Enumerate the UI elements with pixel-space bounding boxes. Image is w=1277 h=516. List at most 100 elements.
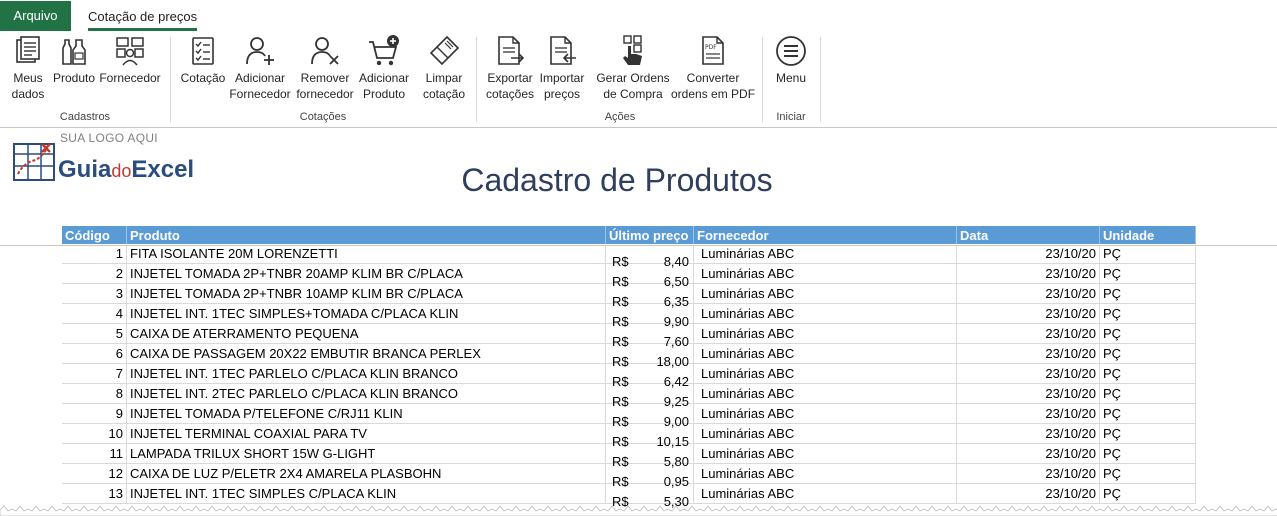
- cell-produto[interactable]: INJETEL TERMINAL COAXIAL PARA TV: [126, 423, 606, 444]
- cell-ultimo-preco[interactable]: R$ 0,95: [605, 463, 694, 489]
- cell-produto[interactable]: FITA ISOLANTE 20M LORENZETTI: [126, 244, 606, 264]
- cell-produto[interactable]: INJETEL INT. 2TEC PARLELO C/PLACA KLIN B…: [126, 383, 606, 404]
- cell-data[interactable]: 23/10/20: [956, 323, 1100, 344]
- cell-ultimo-preco[interactable]: R$ 9,00: [605, 403, 694, 429]
- remover-fornecedor-button[interactable]: Remover fornecedor: [294, 34, 356, 106]
- cell-produto[interactable]: INJETEL TOMADA P/TELEFONE C/RJ11 KLIN: [126, 403, 606, 424]
- cell-unidade[interactable]: PÇ: [1099, 263, 1196, 284]
- converter-pdf-button[interactable]: PDF Converter ordens em PDF: [671, 34, 755, 106]
- cell-unidade[interactable]: PÇ: [1099, 343, 1196, 364]
- cell-ultimo-preco[interactable]: R$ 18,00: [605, 343, 694, 369]
- cell-fornecedor[interactable]: Luminárias ABC: [693, 244, 957, 264]
- table-row[interactable]: 10 INJETEL TERMINAL COAXIAL PARA TV R$ 10,1…: [62, 423, 1196, 449]
- col-header-produto[interactable]: Produto: [126, 226, 606, 244]
- cell-produto[interactable]: INJETEL INT. 1TEC SIMPLES+TOMADA C/PLACA…: [126, 303, 606, 324]
- fornecedor-button[interactable]: Fornecedor: [99, 34, 161, 106]
- cell-unidade[interactable]: PÇ: [1099, 283, 1196, 304]
- cell-codigo[interactable]: 5: [62, 323, 127, 344]
- col-header-data[interactable]: Data: [956, 226, 1100, 244]
- cell-produto[interactable]: CAIXA DE LUZ P/ELETR 2X4 AMARELA PLASBOH…: [126, 463, 606, 484]
- cell-codigo[interactable]: 8: [62, 383, 127, 404]
- exportar-cotacoes-button[interactable]: Exportar cotações: [485, 34, 535, 106]
- cell-fornecedor[interactable]: Luminárias ABC: [693, 443, 957, 464]
- cell-codigo[interactable]: 2: [62, 263, 127, 284]
- cell-produto[interactable]: INJETEL TOMADA 2P+TNBR 10AMP KLIM BR C/P…: [126, 283, 606, 304]
- adicionar-produto-button[interactable]: Adicionar Produto: [357, 34, 411, 106]
- cell-fornecedor[interactable]: Luminárias ABC: [693, 303, 957, 324]
- cell-fornecedor[interactable]: Luminárias ABC: [693, 283, 957, 304]
- table-row[interactable]: 4 INJETEL INT. 1TEC SIMPLES+TOMADA C/PLAC…: [62, 303, 1196, 329]
- cell-codigo[interactable]: 4: [62, 303, 127, 324]
- cell-unidade[interactable]: PÇ: [1099, 244, 1196, 264]
- col-header-ultimo-preco[interactable]: Último preço: [605, 226, 694, 244]
- cotacao-button[interactable]: Cotação: [180, 34, 226, 106]
- cell-fornecedor[interactable]: Luminárias ABC: [693, 383, 957, 404]
- cell-data[interactable]: 23/10/20: [956, 343, 1100, 364]
- cell-fornecedor[interactable]: Luminárias ABC: [693, 403, 957, 424]
- cell-codigo[interactable]: 12: [62, 463, 127, 484]
- cell-unidade[interactable]: PÇ: [1099, 463, 1196, 484]
- cell-data[interactable]: 23/10/20: [956, 244, 1100, 264]
- table-row[interactable]: 13 INJETEL INT. 1TEC SIMPLES C/PLACA KLIN…: [62, 483, 1196, 509]
- cell-codigo[interactable]: 3: [62, 283, 127, 304]
- cell-data[interactable]: 23/10/20: [956, 403, 1100, 424]
- gerar-ordens-button[interactable]: Gerar Ordens de Compra: [596, 34, 670, 106]
- table-row[interactable]: 3 INJETEL TOMADA 2P+TNBR 10AMP KLIM BR C/…: [62, 283, 1196, 309]
- meus-dados-button[interactable]: Meus dados: [8, 34, 48, 106]
- cell-ultimo-preco[interactable]: R$ 5,30: [605, 483, 694, 509]
- table-row[interactable]: 2 INJETEL TOMADA 2P+TNBR 20AMP KLIM BR C/…: [62, 263, 1196, 289]
- cell-ultimo-preco[interactable]: R$ 6,50: [605, 263, 694, 289]
- cell-data[interactable]: 23/10/20: [956, 483, 1100, 504]
- cell-data[interactable]: 23/10/20: [956, 263, 1100, 284]
- adicionar-fornecedor-button[interactable]: Adicionar Fornecedor: [229, 34, 291, 106]
- cell-fornecedor[interactable]: Luminárias ABC: [693, 483, 957, 504]
- cell-fornecedor[interactable]: Luminárias ABC: [693, 423, 957, 444]
- importar-precos-button[interactable]: Importar preços: [537, 34, 587, 106]
- cell-fornecedor[interactable]: Luminárias ABC: [693, 363, 957, 384]
- produto-button[interactable]: Produto: [52, 34, 96, 106]
- cell-data[interactable]: 23/10/20: [956, 423, 1100, 444]
- cell-unidade[interactable]: PÇ: [1099, 323, 1196, 344]
- cell-unidade[interactable]: PÇ: [1099, 403, 1196, 424]
- cell-fornecedor[interactable]: Luminárias ABC: [693, 343, 957, 364]
- table-row[interactable]: 6 CAIXA DE PASSAGEM 20X22 EMBUTIR BRANCA …: [62, 343, 1196, 369]
- cell-ultimo-preco[interactable]: R$ 7,60: [605, 323, 694, 349]
- table-row[interactable]: 9 INJETEL TOMADA P/TELEFONE C/RJ11 KLIN R$…: [62, 403, 1196, 429]
- cell-unidade[interactable]: PÇ: [1099, 383, 1196, 404]
- table-row[interactable]: 12 CAIXA DE LUZ P/ELETR 2X4 AMARELA PLASB…: [62, 463, 1196, 489]
- cell-ultimo-preco[interactable]: R$ 9,25: [605, 383, 694, 409]
- table-row[interactable]: 1 FITA ISOLANTE 20M LORENZETTI R$ 8,40 Lumin…: [62, 244, 1196, 269]
- cell-data[interactable]: 23/10/20: [956, 383, 1100, 404]
- cell-unidade[interactable]: PÇ: [1099, 303, 1196, 324]
- cell-codigo[interactable]: 1: [62, 244, 127, 264]
- cell-data[interactable]: 23/10/20: [956, 303, 1100, 324]
- cell-codigo[interactable]: 7: [62, 363, 127, 384]
- table-row[interactable]: 8 INJETEL INT. 2TEC PARLELO C/PLACA KLIN …: [62, 383, 1196, 409]
- tab-arquivo[interactable]: Arquivo: [0, 1, 71, 31]
- col-header-fornecedor[interactable]: Fornecedor: [693, 226, 957, 244]
- cell-ultimo-preco[interactable]: R$ 6,42: [605, 363, 694, 389]
- cell-ultimo-preco[interactable]: R$ 9,90: [605, 303, 694, 329]
- cell-produto[interactable]: CAIXA DE PASSAGEM 20X22 EMBUTIR BRANCA P…: [126, 343, 606, 364]
- cell-codigo[interactable]: 10: [62, 423, 127, 444]
- cell-data[interactable]: 23/10/20: [956, 463, 1100, 484]
- table-row[interactable]: 7 INJETEL INT. 1TEC PARLELO C/PLACA KLIN …: [62, 363, 1196, 389]
- cell-produto[interactable]: INJETEL INT. 1TEC SIMPLES C/PLACA KLIN: [126, 483, 606, 504]
- cell-fornecedor[interactable]: Luminárias ABC: [693, 463, 957, 484]
- cell-unidade[interactable]: PÇ: [1099, 443, 1196, 464]
- col-header-codigo[interactable]: Código: [62, 226, 127, 244]
- cell-ultimo-preco[interactable]: R$ 6,35: [605, 283, 694, 309]
- cell-unidade[interactable]: PÇ: [1099, 423, 1196, 444]
- cell-codigo[interactable]: 6: [62, 343, 127, 364]
- cell-produto[interactable]: INJETEL INT. 1TEC PARLELO C/PLACA KLIN B…: [126, 363, 606, 384]
- cell-codigo[interactable]: 13: [62, 483, 127, 504]
- cell-ultimo-preco[interactable]: R$ 8,40: [605, 244, 694, 269]
- cell-produto[interactable]: LAMPADA TRILUX SHORT 15W G-LIGHT: [126, 443, 606, 464]
- cell-ultimo-preco[interactable]: R$ 5,80: [605, 443, 694, 469]
- cell-produto[interactable]: INJETEL TOMADA 2P+TNBR 20AMP KLIM BR C/P…: [126, 263, 606, 284]
- cell-fornecedor[interactable]: Luminárias ABC: [693, 263, 957, 284]
- cell-unidade[interactable]: PÇ: [1099, 363, 1196, 384]
- table-row[interactable]: 11 LAMPADA TRILUX SHORT 15W G-LIGHT R$ 5,80…: [62, 443, 1196, 469]
- cell-ultimo-preco[interactable]: R$ 10,15: [605, 423, 694, 449]
- cell-data[interactable]: 23/10/20: [956, 283, 1100, 304]
